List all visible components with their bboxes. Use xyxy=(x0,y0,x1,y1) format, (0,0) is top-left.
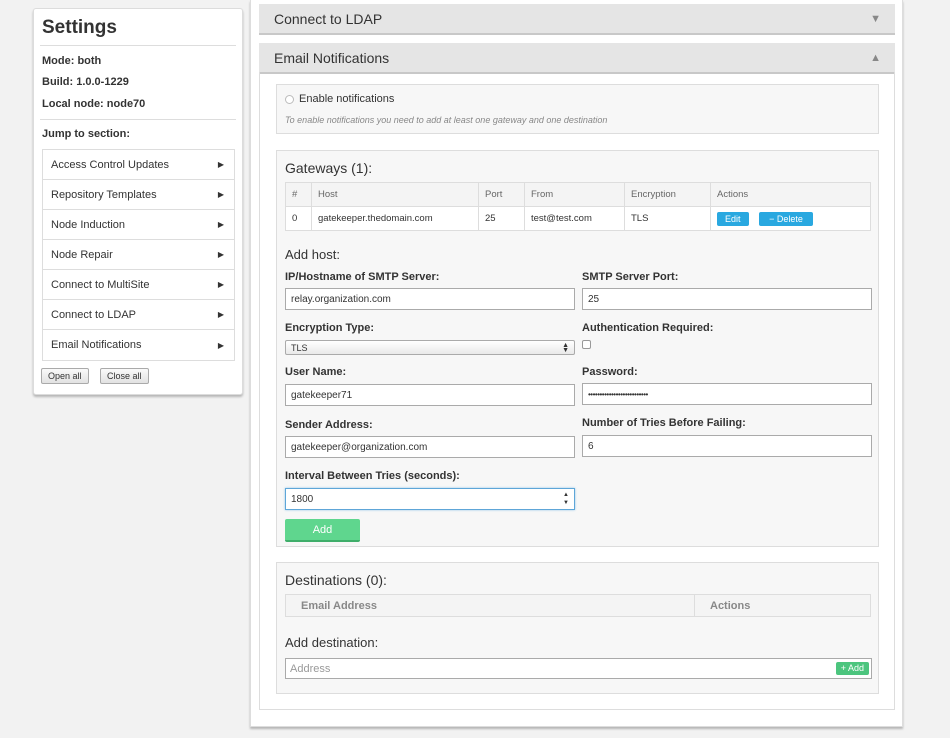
notifications-hint: To enable notifications you need to add … xyxy=(285,115,608,125)
mode-text: Mode: both xyxy=(42,55,102,67)
close-all-button[interactable]: Close all xyxy=(100,368,149,384)
gateway-port: 25 xyxy=(478,206,525,231)
smtp-server-label: IP/Hostname of SMTP Server: xyxy=(285,271,440,283)
jump-to-section-label: Jump to section: xyxy=(42,128,131,140)
chevron-down-icon: ▼ xyxy=(870,12,881,25)
nav-item-label: Email Notifications xyxy=(51,339,142,351)
nav-item-label: Node Repair xyxy=(51,248,113,261)
caret-right-icon: ▶ xyxy=(217,280,224,289)
address-placeholder: Address xyxy=(290,662,331,675)
open-all-button[interactable]: Open all xyxy=(41,368,89,384)
nav-item-node-induction[interactable]: Node Induction ▶ xyxy=(43,210,234,240)
gateways-table: # Host Port From Encryption Actions 0 ga… xyxy=(285,182,871,231)
divider xyxy=(40,119,236,120)
table-row: 0 gatekeeper.thedomain.com 25 test@test.… xyxy=(285,206,871,231)
sender-address-input[interactable]: gatekeeper@organization.com xyxy=(285,436,575,458)
enable-notifications-box: Enable notifications To enable notificat… xyxy=(276,84,879,134)
caret-right-icon: ▶ xyxy=(217,310,224,319)
destinations-box: Destinations (0): Email Address Actions … xyxy=(276,562,879,694)
smtp-port-label: SMTP Server Port: xyxy=(582,271,679,283)
nav-item-access-control-updates[interactable]: Access Control Updates ▶ xyxy=(43,150,234,180)
column-header: Actions xyxy=(710,599,751,612)
nav-item-label: Access Control Updates xyxy=(51,158,169,171)
enable-notifications-radio[interactable] xyxy=(285,94,294,104)
accordion-header-email[interactable]: Email Notifications ▲ xyxy=(259,43,895,74)
interval-value: 1800 xyxy=(291,493,314,505)
nav-item-label: Connect to LDAP xyxy=(51,308,136,321)
username-input[interactable]: gatekeeper71 xyxy=(285,384,575,406)
caret-right-icon: ▶ xyxy=(217,340,224,350)
interval-label: Interval Between Tries (seconds): xyxy=(285,470,460,482)
username-label: User Name: xyxy=(285,366,347,378)
settings-main-panel: Connect to LDAP ▼ Email Notifications ▲ … xyxy=(250,0,903,727)
accordion-title: Email Notifications xyxy=(274,49,390,66)
encryption-type-value: TLS xyxy=(291,342,308,353)
nav-item-label: Repository Templates xyxy=(51,188,157,201)
nav-item-label: Node Induction xyxy=(51,218,125,231)
destination-address-input[interactable]: Address + Add xyxy=(285,658,872,679)
column-header: Host xyxy=(311,182,479,207)
encryption-type-select[interactable]: TLS ▲ ▼ xyxy=(285,340,575,355)
column-header: Port xyxy=(478,182,525,207)
email-notifications-body: Enable notifications To enable notificat… xyxy=(259,72,895,710)
destinations-table-header: Email Address Actions xyxy=(285,594,871,617)
edit-gateway-button[interactable]: Edit xyxy=(717,211,749,226)
destinations-title: Destinations (0): xyxy=(285,572,387,588)
tries-label: Number of Tries Before Failing: xyxy=(582,417,746,429)
sidebar-title: Settings xyxy=(42,17,117,38)
table-header-row: # Host Port From Encryption Actions xyxy=(285,182,871,207)
smtp-server-input[interactable]: relay.organization.com xyxy=(285,288,575,310)
caret-right-icon: ▶ xyxy=(217,190,224,199)
enable-notifications-option[interactable]: Enable notifications xyxy=(285,93,394,105)
gateway-from: test@test.com xyxy=(524,206,625,231)
add-host-title: Add host: xyxy=(285,247,340,262)
tries-input[interactable]: 6 xyxy=(582,435,872,457)
auth-required-checkbox[interactable] xyxy=(582,340,591,349)
select-arrows-icon: ▲ ▼ xyxy=(562,341,569,354)
sender-address-label: Sender Address: xyxy=(285,419,373,431)
chevron-up-icon: ▲ xyxy=(870,51,881,64)
stepper-up-icon[interactable]: ▲ xyxy=(560,491,572,499)
caret-right-icon: ▶ xyxy=(217,220,224,229)
add-host-button[interactable]: Add xyxy=(285,519,360,542)
interval-stepper[interactable]: ▲ ▼ xyxy=(560,491,572,507)
gateways-title: Gateways (1): xyxy=(285,160,373,176)
nav-item-repository-templates[interactable]: Repository Templates ▶ xyxy=(43,180,234,210)
column-header: From xyxy=(524,182,625,207)
nav-item-connect-ldap[interactable]: Connect to LDAP ▶ xyxy=(43,300,234,330)
gateway-index: 0 xyxy=(285,206,312,231)
password-label: Password: xyxy=(582,366,638,378)
encryption-type-label: Encryption Type: xyxy=(285,322,375,334)
divider xyxy=(40,45,236,46)
accordion-header-ldap[interactable]: Connect to LDAP ▼ xyxy=(259,4,895,35)
caret-right-icon: ▶ xyxy=(217,160,224,169)
interval-input[interactable]: 1800 ▲ ▼ xyxy=(285,488,575,510)
caret-right-icon: ▶ xyxy=(217,250,224,259)
enable-notifications-label: Enable notifications xyxy=(299,93,395,105)
section-nav: Access Control Updates ▶ Repository Temp… xyxy=(42,149,235,361)
build-text: Build: 1.0.0-1229 xyxy=(42,76,129,88)
local-node-text: Local node: node70 xyxy=(42,98,146,110)
column-header: Actions xyxy=(710,182,871,207)
password-input[interactable]: •••••••••••••••••••••••••• xyxy=(582,383,872,405)
stepper-down-icon[interactable]: ▼ xyxy=(560,499,572,507)
settings-sidebar: Settings Mode: both Build: 1.0.0-1229 Lo… xyxy=(33,8,243,395)
add-destination-button[interactable]: + Add xyxy=(835,662,869,675)
gateway-actions: Edit − Delete xyxy=(710,206,871,231)
column-header: Email Address xyxy=(286,595,695,616)
nav-item-email-notifications[interactable]: Email Notifications ▶ xyxy=(43,330,234,360)
gateway-host: gatekeeper.thedomain.com xyxy=(311,206,479,231)
column-header: # xyxy=(285,182,312,207)
gateway-encryption: TLS xyxy=(624,206,711,231)
delete-gateway-button[interactable]: − Delete xyxy=(759,211,813,226)
accordion-title: Connect to LDAP xyxy=(274,10,383,27)
nav-item-label: Connect to MultiSite xyxy=(51,278,150,291)
smtp-port-input[interactable]: 25 xyxy=(582,288,872,310)
add-destination-title: Add destination: xyxy=(285,635,379,650)
nav-item-connect-multisite[interactable]: Connect to MultiSite ▶ xyxy=(43,270,234,300)
gateways-box: Gateways (1): # Host Port From Encryptio… xyxy=(276,150,879,547)
column-header: Encryption xyxy=(624,182,711,207)
nav-item-node-repair[interactable]: Node Repair ▶ xyxy=(43,240,234,270)
auth-required-label: Authentication Required: xyxy=(582,322,714,334)
